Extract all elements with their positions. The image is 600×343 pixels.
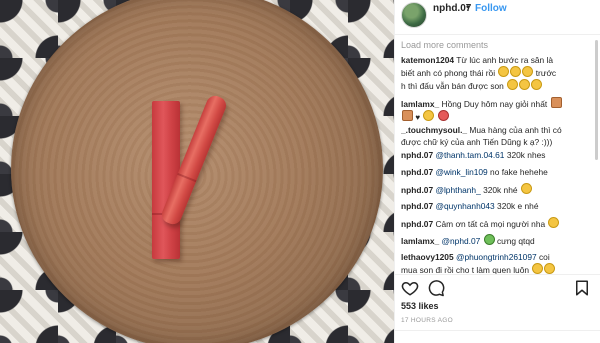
comment-mention[interactable]: @phuongtrinh261097 (456, 252, 537, 262)
comment-username[interactable]: lamlamx_ (401, 236, 439, 246)
ok-hand-emoji-icon (423, 110, 435, 121)
girl-emoji-icon (550, 97, 562, 108)
post-side-panel: nphd.07 • Follow Load more comments kate… (394, 0, 600, 343)
likes-count[interactable]: 553 likes (401, 301, 439, 311)
smiling-emoji-icon (548, 217, 560, 228)
post-actions-bar (395, 274, 600, 303)
comment-text: 320k nhé (483, 185, 518, 195)
comment-text: trước (535, 68, 557, 78)
comment-box-divider (395, 330, 600, 343)
avatar[interactable] (401, 2, 427, 28)
comment-username[interactable]: nphd.07 (401, 219, 433, 229)
comment-text: 320k e nhé (497, 201, 539, 211)
black-heart-icon: ♥ (415, 113, 421, 122)
laughing-emoji-icon (498, 66, 510, 77)
comment: lamlamx_ Hồng Duy hôm nay giỏi nhất ♥ (401, 97, 593, 124)
laughing-emoji-icon (532, 263, 544, 274)
grinning-emoji-icon (520, 183, 532, 194)
comment-mention[interactable]: @lphthanh_ (435, 185, 480, 195)
follow-button[interactable]: Follow (475, 3, 507, 14)
comment-text: Mua hàng của anh thì có (469, 125, 562, 135)
comment-username[interactable]: katemon1204 (401, 55, 454, 65)
comment-text: h thì đấu vẫn bán được son (401, 81, 504, 91)
comment-text: biết anh có phong thái rồi (401, 68, 496, 78)
comment-username[interactable]: lamlamx_ (401, 99, 439, 109)
comment-mention[interactable]: @wink_lin109 (435, 167, 487, 177)
heart-icon[interactable] (401, 279, 419, 297)
laughing-emoji-icon (519, 79, 531, 90)
laughing-emoji-icon (510, 66, 522, 77)
comment-text: coi (538, 252, 550, 262)
comment-mention[interactable]: @thanh.tam.04.61 (435, 150, 504, 160)
comment-icon[interactable] (427, 279, 445, 297)
comment: katemon1204 Từ lúc anh bước ra sân là bi… (401, 54, 593, 92)
comment: _.touchmysoul._ Mua hàng của anh thì có … (401, 124, 593, 148)
separator-dot: • (466, 2, 470, 13)
comment-mention[interactable]: @quynhanh043 (435, 201, 494, 211)
post-timestamp: 17 HOURS AGO (401, 317, 454, 324)
laughing-emoji-icon (507, 79, 519, 90)
comment-text: Cảm ơn tất cả mọi người nha (435, 219, 546, 229)
grinning-emoji-icon (483, 234, 495, 245)
post-header: nphd.07 • Follow (395, 0, 600, 35)
laughing-emoji-icon (531, 79, 543, 90)
comment-text: Từ lúc anh bước ra sân là (456, 55, 554, 65)
comments-scrollbar[interactable] (595, 40, 598, 160)
comment: lethaovy1205 @phuongtrinh261097 coi mua … (401, 251, 593, 274)
comment: nphd.07 @quynhanh043 320k e nhé (401, 200, 593, 212)
comment: lamlamx_ @nphd.07 cưng qtqd (401, 234, 593, 247)
comment-text: Hồng Duy hôm nay giỏi nhất (441, 99, 548, 109)
face-emoji-icon (402, 110, 413, 121)
comment-username[interactable]: _.touchmysoul._ (401, 125, 467, 135)
load-more-comments-link[interactable]: Load more comments (401, 40, 488, 50)
comment: nphd.07 @thanh.tam.04.61 320k nhes (401, 149, 593, 161)
comment-text: cưng qtqd (496, 236, 535, 246)
comment-username[interactable]: nphd.07 (401, 167, 433, 177)
comment-username[interactable]: lethaovy1205 (401, 252, 454, 262)
laughing-emoji-icon (522, 66, 534, 77)
comment-mention[interactable]: @nphd.07 (442, 236, 481, 246)
comment-username[interactable]: nphd.07 (401, 185, 433, 195)
football-emoji-icon (437, 110, 449, 121)
comment: nphd.07 Cảm ơn tất cả mọi người nha (401, 217, 593, 230)
comment-text: no fake hehehe (490, 167, 548, 177)
comment-username[interactable]: nphd.07 (401, 201, 433, 211)
instagram-post: nphd.07 • Follow Load more comments kate… (0, 0, 600, 343)
comment-list: Load more comments katemon1204 Từ lúc an… (401, 38, 593, 274)
bookmark-icon[interactable] (573, 279, 591, 297)
laughing-emoji-icon (544, 263, 556, 274)
post-photo[interactable] (0, 0, 394, 343)
comment: nphd.07 @lphthanh_ 320k nhé (401, 183, 593, 196)
comment-text: mua son đi rồi cho t làm quen luôn (401, 265, 530, 274)
comment-username[interactable]: nphd.07 (401, 150, 433, 160)
comment: nphd.07 @wink_lin109 no fake hehehe (401, 166, 593, 178)
comment-text: 320k nhes (506, 150, 546, 160)
comment-text: được chữ ký của anh Tiến Dũng k ạ? :))) (401, 137, 553, 147)
